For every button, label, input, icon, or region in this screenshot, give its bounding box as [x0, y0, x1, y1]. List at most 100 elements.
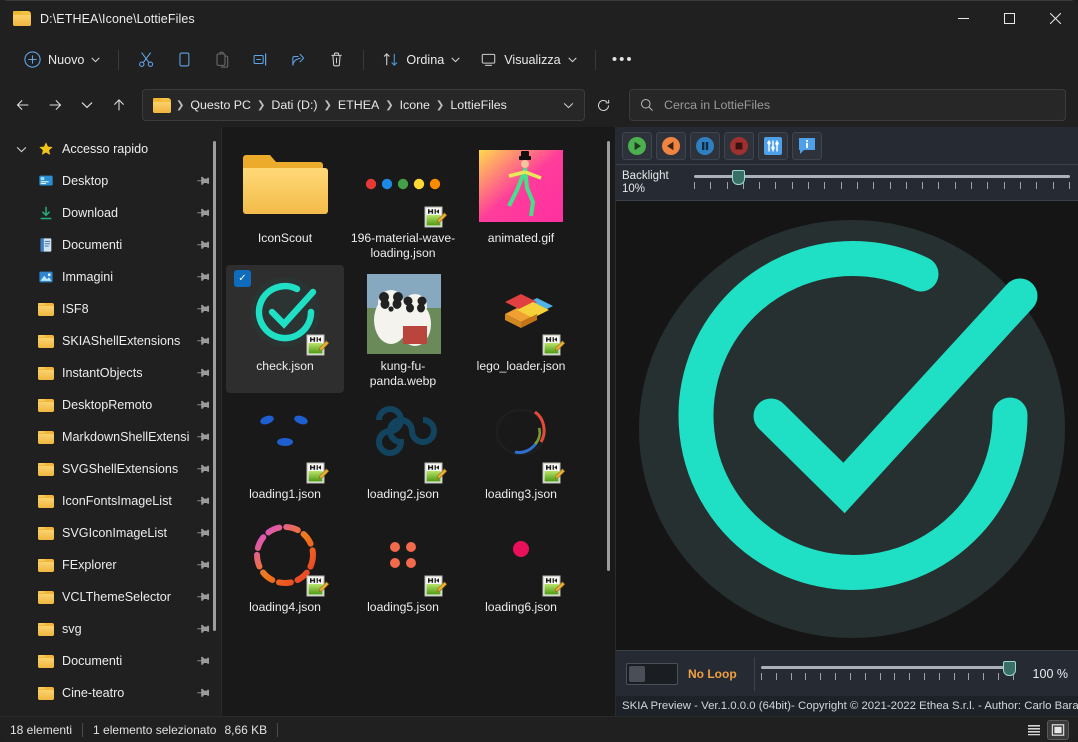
pin-icon[interactable]: [194, 459, 214, 479]
sidebar-item-vclthemeselector[interactable]: VCLThemeSelector: [3, 581, 218, 613]
pin-icon[interactable]: [194, 395, 214, 415]
pin-icon[interactable]: [194, 619, 214, 639]
chevron-down-icon[interactable]: [13, 141, 29, 157]
loop-control[interactable]: No Loop: [622, 662, 748, 685]
sort-button[interactable]: Ordina: [372, 44, 470, 76]
loop-toggle[interactable]: [626, 662, 678, 685]
paste-button[interactable]: [203, 44, 241, 76]
file-tile[interactable]: kung-fu-panda.webp: [344, 265, 462, 393]
sidebar-item-svgiconimagelist[interactable]: SVGIconImageList: [3, 517, 218, 549]
pin-icon[interactable]: [194, 203, 214, 223]
zoom-slider[interactable]: [761, 659, 1016, 689]
breadcrumb-item-1[interactable]: Dati (D:): [266, 95, 322, 115]
sidebar-item-documenti[interactable]: Documenti: [3, 229, 218, 261]
file-tile[interactable]: loading1.json: [226, 393, 344, 506]
pin-icon[interactable]: [194, 683, 214, 703]
forward-button[interactable]: [40, 90, 70, 120]
pin-icon[interactable]: [194, 523, 214, 543]
pause-button[interactable]: [690, 131, 720, 160]
file-tile[interactable]: loading3.json: [462, 393, 580, 506]
address-dropdown-button[interactable]: [556, 92, 580, 118]
sidebar-item-desktop[interactable]: Desktop: [3, 165, 218, 197]
tiles-view-button[interactable]: [1047, 719, 1069, 740]
pin-icon[interactable]: [194, 587, 214, 607]
file-list-area[interactable]: IconScout 196-material-wave-loading.json a…: [221, 127, 615, 716]
sidebar-item-documenti[interactable]: Documenti: [3, 645, 218, 677]
sidebar-item-skiashellextensions[interactable]: SKIAShellExtensions: [3, 325, 218, 357]
list-view-button[interactable]: [1024, 721, 1044, 739]
close-button[interactable]: [1032, 1, 1078, 37]
file-tile[interactable]: loading4.json: [226, 506, 344, 619]
rename-button[interactable]: [241, 44, 279, 76]
pin-icon[interactable]: [194, 651, 214, 671]
settings-button[interactable]: [758, 131, 788, 160]
pin-icon[interactable]: [194, 235, 214, 255]
minimize-button[interactable]: [940, 1, 986, 37]
backlight-slider[interactable]: [694, 168, 1072, 198]
slider-thumb[interactable]: [1003, 660, 1016, 676]
sidebar-item-markdownshellextensions[interactable]: MarkdownShellExtensions: [3, 421, 218, 453]
sidebar-item-cine-teatro[interactable]: Cine-teatro: [3, 677, 218, 709]
sidebar-item-fexplorer[interactable]: FExplorer: [3, 549, 218, 581]
sidebar-item-quick-access[interactable]: Accesso rapido: [3, 133, 218, 165]
file-tile[interactable]: loading6.json: [462, 506, 580, 619]
sidebar-item-immagini[interactable]: Immagini: [3, 261, 218, 293]
breadcrumb-item-2[interactable]: ETHEA: [333, 95, 384, 115]
pin-icon[interactable]: [194, 363, 214, 383]
sidebar-item-desktopremoto[interactable]: DesktopRemoto: [3, 389, 218, 421]
file-tile[interactable]: IconScout: [226, 137, 344, 265]
breadcrumb-separator: ❯: [176, 99, 185, 111]
stop-button[interactable]: [724, 131, 754, 160]
breadcrumb-item-3[interactable]: Icone: [395, 95, 435, 115]
info-button[interactable]: [792, 131, 822, 160]
breadcrumb-item-4[interactable]: LottieFiles: [445, 95, 511, 115]
pin-icon[interactable]: [194, 171, 214, 191]
pin-icon[interactable]: [194, 491, 214, 511]
cut-button[interactable]: [127, 44, 165, 76]
search-input[interactable]: [664, 98, 1055, 112]
reverse-button[interactable]: [656, 131, 686, 160]
sidebar-item-svg[interactable]: svg: [3, 613, 218, 645]
file-tile[interactable]: lego_loader.json: [462, 265, 580, 393]
view-button[interactable]: Visualizza: [470, 44, 586, 76]
new-button[interactable]: Nuovo: [14, 44, 110, 76]
recent-locations-button[interactable]: [72, 90, 102, 120]
up-button[interactable]: [104, 90, 134, 120]
refresh-button[interactable]: [589, 91, 617, 119]
more-options-button[interactable]: •••: [604, 44, 642, 76]
file-name: kung-fu-panda.webp: [369, 359, 437, 388]
search-box[interactable]: [629, 89, 1066, 121]
file-tile[interactable]: 196-material-wave-loading.json: [344, 137, 462, 265]
sidebar-item-instantobjects[interactable]: InstantObjects: [3, 357, 218, 389]
pin-icon[interactable]: [194, 427, 214, 447]
delete-button[interactable]: [317, 44, 355, 76]
pin-icon[interactable]: [194, 299, 214, 319]
file-thumbnail: [473, 512, 569, 598]
pin-icon[interactable]: [194, 267, 214, 287]
maximize-button[interactable]: [986, 1, 1032, 37]
file-tile[interactable]: loading2.json: [344, 393, 462, 506]
documents-icon: [37, 237, 54, 254]
pin-icon[interactable]: [194, 555, 214, 575]
file-tile[interactable]: loading5.json: [344, 506, 462, 619]
sidebar-item-svgshellextensions[interactable]: SVGShellExtensions: [3, 453, 218, 485]
breadcrumb-item-0[interactable]: Questo PC: [185, 95, 256, 115]
sidebar-item-label: Immagini: [62, 270, 114, 284]
file-tile[interactable]: animated.gif: [462, 137, 580, 265]
slider-thumb[interactable]: [731, 169, 745, 185]
address-bar[interactable]: ❯ Questo PC ❯ Dati (D:) ❯ ETHEA ❯ Icone …: [142, 89, 585, 121]
file-tile[interactable]: ✓ check.json: [226, 265, 344, 393]
file-list-scrollbar[interactable]: [607, 141, 610, 571]
play-button[interactable]: [622, 131, 652, 160]
sidebar-item-isf8[interactable]: ISF8: [3, 293, 218, 325]
sidebar-item-label: SVGIconImageList: [62, 526, 167, 540]
pin-icon[interactable]: [194, 331, 214, 351]
sidebar-item-download[interactable]: Download: [3, 197, 218, 229]
sidebar-item-iconfontsimagelist[interactable]: IconFontsImageList: [3, 485, 218, 517]
share-button[interactable]: [279, 44, 317, 76]
sidebar-scrollbar[interactable]: [213, 141, 216, 631]
back-button[interactable]: [8, 90, 38, 120]
preview-canvas[interactable]: [616, 201, 1078, 650]
copy-button[interactable]: [165, 44, 203, 76]
sidebar-item-label: Documenti: [62, 654, 123, 668]
